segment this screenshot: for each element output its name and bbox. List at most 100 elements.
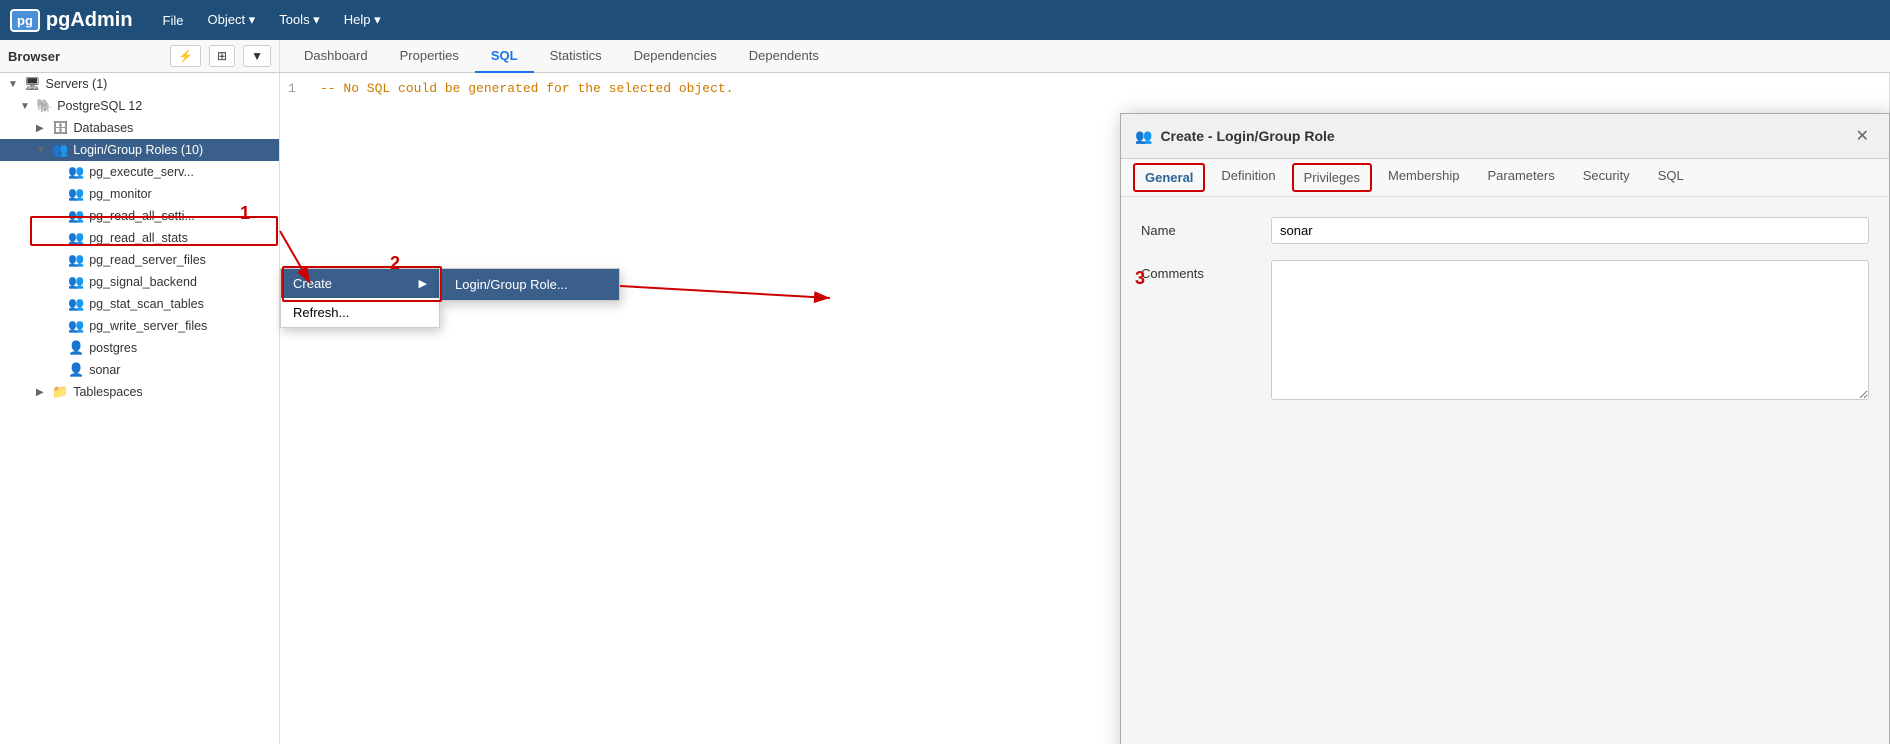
postgresql-icon: 🐘 (36, 98, 52, 114)
tree-label-pg-signal: pg_signal_backend (89, 275, 197, 289)
tree-label-databases: Databases (74, 121, 134, 135)
modal-tab-parameters-label: Parameters (1488, 168, 1555, 183)
role-icon-5: 👥 (68, 252, 84, 268)
tree-item-tablespaces[interactable]: ▶ 📁 Tablespaces (0, 381, 279, 403)
tab-statistics[interactable]: Statistics (534, 40, 618, 74)
role-icon-8: 👥 (68, 318, 84, 334)
tree-label-sonar: sonar (89, 363, 120, 377)
toolbar-flash-btn[interactable]: ⚡ (170, 45, 201, 67)
context-menu-arrow: ▶ (419, 277, 427, 290)
modal-tab-definition[interactable]: Definition (1207, 159, 1289, 197)
toolbar-filter-btn[interactable]: ▼ (243, 45, 271, 67)
role-icon-2: 👥 (68, 186, 84, 202)
context-menu-refresh[interactable]: Refresh... (281, 298, 439, 327)
modal-header: 👥 Create - Login/Group Role ✕ (1121, 114, 1889, 159)
submenu-login-group-role[interactable]: Login/Group Role... (441, 269, 619, 300)
context-menu-refresh-label: Refresh... (293, 305, 349, 320)
tree-item-pg-read-stats[interactable]: 👥 pg_read_all_stats (0, 227, 279, 249)
context-menu-create-label: Create (293, 276, 332, 291)
form-row-comments: Comments (1141, 260, 1869, 400)
menu-object[interactable]: Object ▾ (198, 6, 266, 34)
modal-tab-parameters[interactable]: Parameters (1474, 159, 1569, 197)
role-icon-3: 👥 (68, 208, 84, 224)
tree-label-pg-write: pg_write_server_files (89, 319, 207, 333)
tree-label-pg-read-server: pg_read_server_files (89, 253, 206, 267)
tree-item-postgres[interactable]: 👤 postgres (0, 337, 279, 359)
role-icon-7: 👥 (68, 296, 84, 312)
tree-item-pg-read-setti[interactable]: 👥 pg_read_all_setti... (0, 205, 279, 227)
tree-item-sonar[interactable]: 👤 sonar (0, 359, 279, 381)
modal-tab-membership-label: Membership (1388, 168, 1460, 183)
tree-toggle-servers[interactable]: ▼ (8, 79, 24, 90)
modal-close-button[interactable]: ✕ (1850, 124, 1875, 148)
modal-title-icon: 👥 (1135, 128, 1152, 145)
context-menu: Create ▶ Refresh... (280, 268, 440, 328)
sql-content: -- No SQL could be generated for the sel… (320, 81, 733, 96)
tablespaces-icon: 📁 (52, 384, 68, 400)
tab-sql[interactable]: SQL (475, 40, 534, 74)
modal-title: 👥 Create - Login/Group Role (1135, 128, 1335, 145)
tree-toggle-postgresql[interactable]: ▼ (20, 101, 36, 112)
modal-create-login-group-role: 👥 Create - Login/Group Role ✕ General De… (1120, 113, 1890, 744)
role-icon-4: 👥 (68, 230, 84, 246)
tab-dependents[interactable]: Dependents (733, 40, 835, 74)
context-menu-create[interactable]: Create ▶ (281, 269, 439, 298)
modal-tab-membership[interactable]: Membership (1374, 159, 1474, 197)
content-area: ▼ 🖥 Servers (1) ▼ 🐘 PostgreSQL 12 ▶ 🗄 Da… (0, 73, 1890, 744)
modal-tab-privileges-label: Privileges (1304, 170, 1360, 185)
tree-item-postgresql[interactable]: ▼ 🐘 PostgreSQL 12 (0, 95, 279, 117)
tab-properties[interactable]: Properties (384, 40, 475, 74)
tab-dashboard[interactable]: Dashboard (288, 40, 384, 74)
modal-tab-security[interactable]: Security (1569, 159, 1644, 197)
lgr-icon: 👥 (52, 142, 68, 158)
menu-tools[interactable]: Tools ▾ (269, 6, 330, 34)
tree-item-pg-stat-scan[interactable]: 👥 pg_stat_scan_tables (0, 293, 279, 315)
form-input-name[interactable] (1271, 217, 1869, 244)
tree-label-pg-read-setti: pg_read_all_setti... (89, 209, 195, 223)
modal-tab-security-label: Security (1583, 168, 1630, 183)
form-row-name: Name (1141, 217, 1869, 244)
tree-toggle-tablespaces[interactable]: ▶ (36, 387, 52, 398)
submenu-label: Login/Group Role... (455, 277, 568, 292)
tree-item-pg-execute[interactable]: 👥 pg_execute_serv... (0, 161, 279, 183)
tree-item-pg-read-server[interactable]: 👥 pg_read_server_files (0, 249, 279, 271)
tree-label-pg-execute: pg_execute_serv... (89, 165, 194, 179)
app-name: pgAdmin (46, 9, 133, 32)
tree-item-login-group-roles[interactable]: ▼ 👥 Login/Group Roles (10) (0, 139, 279, 161)
modal-tab-definition-label: Definition (1221, 168, 1275, 183)
form-textarea-comments[interactable] (1271, 260, 1869, 400)
tab-dependencies[interactable]: Dependencies (618, 40, 733, 74)
app-brand: pg pgAdmin (10, 9, 133, 32)
tree-item-pg-monitor[interactable]: 👥 pg_monitor (0, 183, 279, 205)
modal-tab-privileges[interactable]: Privileges (1292, 163, 1372, 192)
modal-tab-sql[interactable]: SQL (1644, 159, 1698, 197)
modal-tabs: General Definition Privileges Membership… (1121, 159, 1889, 197)
tree-item-databases[interactable]: ▶ 🗄 Databases (0, 117, 279, 139)
menu-help[interactable]: Help ▾ (334, 6, 391, 34)
role-icon-1: 👥 (68, 164, 84, 180)
browser-title: Browser (8, 49, 162, 64)
tree-item-pg-signal[interactable]: 👥 pg_signal_backend (0, 271, 279, 293)
sql-line-num: 1 (288, 81, 308, 96)
main-layout: Browser ⚡ ⊞ ▼ Dashboard Properties SQL S… (0, 40, 1890, 744)
tree-toggle-databases[interactable]: ▶ (36, 123, 52, 134)
tree-item-pg-write[interactable]: 👥 pg_write_server_files (0, 315, 279, 337)
tree-label-pg-stat-scan: pg_stat_scan_tables (89, 297, 204, 311)
tree-label-postgresql: PostgreSQL 12 (57, 99, 142, 113)
tree-label-lgr: Login/Group Roles (10) (73, 143, 203, 157)
menu-file[interactable]: File (153, 6, 194, 34)
toolbar-grid-btn[interactable]: ⊞ (209, 45, 235, 67)
form-label-name: Name (1141, 217, 1261, 238)
role-icon-6: 👥 (68, 274, 84, 290)
pg-logo: pg (10, 9, 40, 32)
tree-label-pg-read-stats: pg_read_all_stats (89, 231, 188, 245)
tree-label-postgres: postgres (89, 341, 137, 355)
role-icon-9: 👤 (68, 340, 84, 356)
modal-tab-general[interactable]: General (1133, 163, 1205, 192)
tree-item-servers[interactable]: ▼ 🖥 Servers (1) (0, 73, 279, 95)
modal-tab-general-label: General (1145, 170, 1193, 185)
tree-label-pg-monitor: pg_monitor (89, 187, 152, 201)
role-icon-10: 👤 (68, 362, 84, 378)
tree-toggle-lgr[interactable]: ▼ (36, 145, 52, 156)
navbar-menu: File Object ▾ Tools ▾ Help ▾ (153, 6, 391, 34)
